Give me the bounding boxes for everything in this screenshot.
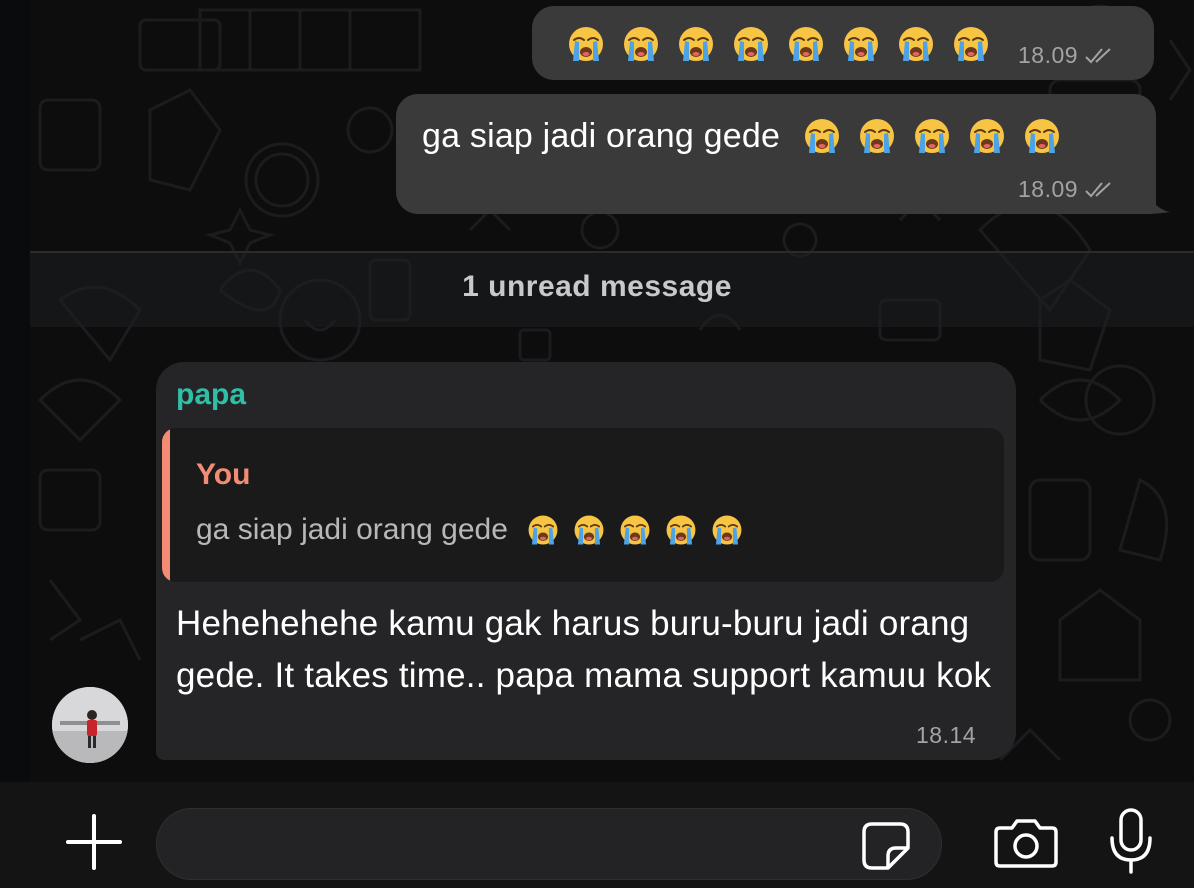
crying-face-emoji xyxy=(794,114,849,158)
message-input[interactable] xyxy=(156,808,942,880)
crying-face-emoji xyxy=(612,510,658,550)
unread-messages-label: 1 unread message xyxy=(462,270,732,303)
crying-face-emoji xyxy=(613,22,668,66)
crying-face-icon xyxy=(1024,119,1059,153)
crying-face-emoji xyxy=(520,510,566,550)
outgoing-message-bubble[interactable]: ga siap jadi orang gede 18.09 xyxy=(396,94,1156,214)
crying-face-emoji xyxy=(959,114,1014,158)
crying-face-icon xyxy=(623,27,658,61)
crying-face-icon xyxy=(788,27,823,61)
emoji-row xyxy=(558,22,998,66)
crying-face-emoji xyxy=(1014,114,1069,158)
incoming-message-bubble[interactable]: papa You ga siap jadi orang gede Heheheh… xyxy=(156,362,1016,760)
crying-face-icon xyxy=(898,27,933,61)
crying-face-emoji xyxy=(833,22,888,66)
crying-face-icon xyxy=(859,119,894,153)
quote-text: ga siap jadi orang gede xyxy=(196,513,508,546)
outgoing-message-bubble[interactable]: 18.09 xyxy=(532,6,1154,80)
crying-face-emoji xyxy=(778,22,833,66)
message-time: 18.09 xyxy=(1018,42,1116,69)
message-text: ga siap jadi orang gede xyxy=(422,116,781,155)
sticker-icon[interactable] xyxy=(858,818,914,874)
quote-accent-bar xyxy=(162,428,170,582)
crying-face-icon xyxy=(914,119,949,153)
crying-face-icon xyxy=(712,515,742,545)
crying-face-emoji xyxy=(668,22,723,66)
message-content: ga siap jadi orang gede xyxy=(422,114,1069,158)
message-timestamp: 18.09 xyxy=(1018,42,1079,68)
crying-face-emoji xyxy=(558,22,613,66)
crying-face-icon xyxy=(568,27,603,61)
quote-content: ga siap jadi orang gede xyxy=(196,510,750,550)
crying-face-emoji xyxy=(904,114,959,158)
message-timestamp: 18.09 xyxy=(1018,176,1079,202)
sender-name[interactable]: papa xyxy=(176,378,246,412)
crying-face-emoji xyxy=(658,510,704,550)
crying-face-icon xyxy=(528,515,558,545)
crying-face-icon xyxy=(666,515,696,545)
microphone-icon[interactable] xyxy=(1106,806,1156,878)
crying-face-emoji xyxy=(566,510,612,550)
camera-icon[interactable] xyxy=(990,816,1062,872)
plus-icon[interactable] xyxy=(62,810,126,874)
crying-face-icon xyxy=(804,119,839,153)
message-timestamp: 18.14 xyxy=(916,722,977,748)
message-text: Hehehehehe kamu gak harus buru-buru jadi… xyxy=(176,604,992,695)
avatar[interactable] xyxy=(52,687,128,763)
bubble-tail xyxy=(1148,190,1170,214)
emoji-row xyxy=(520,510,750,550)
crying-face-emoji xyxy=(943,22,998,66)
crying-face-icon xyxy=(843,27,878,61)
crying-face-icon xyxy=(969,119,1004,153)
double-check-icon xyxy=(1085,181,1111,197)
avatar-photo xyxy=(52,687,128,763)
crying-face-emoji xyxy=(888,22,943,66)
quote-author: You xyxy=(196,458,251,491)
quoted-message[interactable]: You ga siap jadi orang gede xyxy=(162,428,1004,582)
crying-face-emoji xyxy=(723,22,778,66)
crying-face-icon xyxy=(953,27,988,61)
crying-face-emoji xyxy=(849,114,904,158)
crying-face-icon xyxy=(733,27,768,61)
emoji-row xyxy=(794,114,1069,158)
window-edge xyxy=(0,0,30,888)
crying-face-icon xyxy=(678,27,713,61)
double-check-icon xyxy=(1085,47,1111,63)
crying-face-icon xyxy=(574,515,604,545)
crying-face-icon xyxy=(620,515,650,545)
crying-face-emoji xyxy=(704,510,750,550)
message-time: 18.09 xyxy=(1018,176,1116,203)
